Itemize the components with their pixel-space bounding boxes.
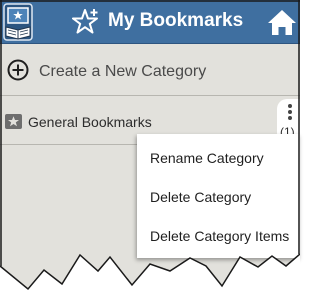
rename-category-menu-item[interactable]: Rename Category: [150, 150, 264, 166]
book-app-icon[interactable]: [3, 3, 33, 41]
category-label: General Bookmarks: [28, 114, 152, 130]
kebab-menu-icon[interactable]: [287, 103, 293, 121]
delete-category-items-menu-item[interactable]: Delete Category Items: [150, 228, 289, 244]
plus-circle-icon: [7, 59, 29, 81]
page-title: My Bookmarks: [108, 10, 244, 31]
star-icon: [5, 114, 22, 129]
star-plus-icon: [72, 9, 98, 34]
create-category-label: Create a New Category: [39, 63, 207, 80]
home-icon[interactable]: [267, 8, 297, 36]
delete-category-menu-item[interactable]: Delete Category: [150, 189, 251, 205]
create-category-row[interactable]: Create a New Category: [0, 46, 300, 96]
category-context-menu: Rename Category Delete Category Delete C…: [137, 134, 300, 258]
app-header: My Bookmarks: [0, 0, 300, 44]
app-screen: My Bookmarks Create a New Category Gener…: [0, 0, 303, 304]
